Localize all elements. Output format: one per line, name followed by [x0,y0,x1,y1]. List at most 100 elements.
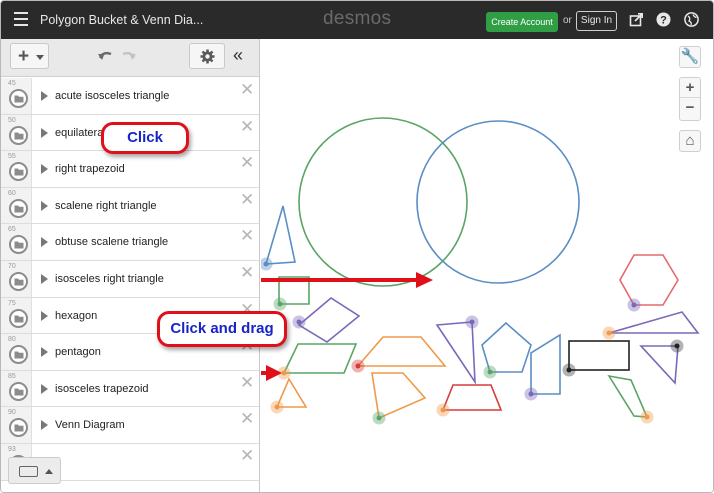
folder-label[interactable]: equilateral [55,127,106,139]
settings-button[interactable] [189,43,225,69]
folder-label[interactable]: right trapezoid [55,163,125,175]
expand-folder-icon[interactable] [41,127,48,138]
delete-icon[interactable]: ✕ [240,373,254,393]
expression-number: 55 [8,153,16,161]
zoom-out-icon[interactable]: − [680,97,700,117]
arrow-head [266,365,282,381]
expression-row[interactable]: 85 isosceles trapezoid ✕ [1,370,259,408]
graph-canvas[interactable] [261,39,714,493]
quadrilateral[interactable] [371,372,427,420]
expression-panel: + « 45 acute isosceles triangle ✕ 50 equ… [1,39,260,492]
expression-gutter: 70 [1,260,32,297]
help-icon[interactable]: ? [656,12,671,27]
graph-title[interactable]: Polygon Bucket & Venn Dia... [40,13,203,27]
folder-icon[interactable] [9,381,28,401]
globe-icon[interactable] [684,12,699,27]
folder-icon[interactable] [9,125,28,145]
folder-label[interactable]: scalene right triangle [55,200,157,212]
expression-number: 93 [8,445,16,453]
folder-icon[interactable] [9,345,28,365]
right-trapezoid[interactable] [530,333,561,395]
expression-gutter: 65 [1,224,32,260]
folder-icon[interactable] [9,271,28,291]
undo-icon[interactable] [97,49,115,63]
expression-row[interactable]: 65 obtuse scalene triangle ✕ [1,224,259,261]
hexagon[interactable] [619,254,679,306]
click-and-drag-callout: Click and drag [157,311,287,347]
folder-icon[interactable] [9,308,28,328]
expression-gutter: 60 [1,187,32,224]
trapezoid[interactable] [441,384,503,411]
folder-label[interactable]: hexagon [55,310,97,322]
expression-number: 45 [8,80,16,87]
expression-gutter: 55 [1,151,32,187]
delete-icon[interactable]: ✕ [240,190,254,210]
keyboard-toggle-button[interactable] [8,457,61,484]
expand-folder-icon[interactable] [41,310,48,321]
collapse-panel-icon[interactable]: « [233,45,243,66]
redo-icon[interactable] [119,49,137,63]
expression-row[interactable]: 60 scalene right triangle ✕ [1,187,259,225]
expression-row[interactable]: 45 acute isosceles triangle ✕ [1,78,259,115]
expression-row[interactable]: 55 right trapezoid ✕ [1,151,259,188]
venn-circle-right[interactable] [416,120,580,284]
chevron-down-icon [36,55,44,60]
delete-icon[interactable]: ✕ [240,80,254,100]
folder-label[interactable]: acute isosceles triangle [55,90,169,102]
expression-number: 65 [8,226,16,234]
pentagon[interactable] [481,321,532,373]
add-item-button[interactable]: + [10,43,49,69]
menu-icon[interactable] [14,12,28,26]
folder-icon[interactable] [9,198,28,218]
expression-number: 70 [8,262,16,270]
folder-label[interactable]: pentagon [55,346,101,358]
expand-folder-icon[interactable] [41,237,48,248]
delete-icon[interactable]: ✕ [240,446,254,466]
rectangle[interactable] [568,340,630,371]
folder-icon[interactable] [9,418,28,438]
expression-gutter: 85 [1,370,32,407]
delete-icon[interactable]: ✕ [240,226,254,246]
delete-icon[interactable]: ✕ [240,153,254,173]
wrench-icon[interactable]: 🔧 [679,46,701,68]
isosceles-right-triangle[interactable] [639,345,679,385]
expand-folder-icon[interactable] [41,200,48,211]
expression-gutter: 90 [1,407,32,443]
zoom-in-icon[interactable]: + [680,78,700,97]
expression-gutter: 75 [1,297,32,334]
expand-folder-icon[interactable] [41,420,48,431]
sign-in-button[interactable]: Sign In [576,11,617,31]
expression-row[interactable]: 90 Venn Diagram ✕ [1,407,259,444]
home-icon[interactable]: ⌂ [679,130,701,152]
desmos-logo: desmos [323,8,392,29]
expand-folder-icon[interactable] [41,347,48,358]
keyboard-icon [19,466,38,477]
expand-folder-icon[interactable] [41,91,48,101]
parallelogram[interactable] [282,343,358,374]
folder-label[interactable]: isosceles right triangle [55,273,164,285]
expression-row[interactable]: 70 isosceles right triangle ✕ [1,260,259,298]
expand-folder-icon[interactable] [41,164,48,175]
obtuse-scalene-triangle[interactable] [435,321,476,385]
expression-toolbar: + « [1,39,259,77]
folder-icon[interactable] [9,162,28,182]
folder-label[interactable]: obtuse scalene triangle [55,236,168,248]
isosceles-trapezoid[interactable] [356,336,447,367]
acute-isosceles-triangle[interactable] [264,205,296,265]
folder-icon[interactable] [9,235,28,255]
expand-folder-icon[interactable] [41,273,48,284]
expand-folder-icon[interactable] [41,383,48,394]
folder-label[interactable]: Venn Diagram [55,419,125,431]
delete-icon[interactable]: ✕ [240,263,254,283]
scalene-triangle[interactable] [608,311,700,334]
delete-icon[interactable]: ✕ [240,117,254,137]
share-icon[interactable] [629,12,644,27]
kite-quadrilateral[interactable] [607,374,649,418]
folder-icon[interactable] [9,89,28,108]
expression-gutter: 45 [1,78,32,114]
create-account-button[interactable]: Create Account [486,12,558,32]
folder-label[interactable]: isosceles trapezoid [55,383,149,395]
top-bar: Polygon Bucket & Venn Dia... desmos Crea… [1,1,713,39]
delete-icon[interactable]: ✕ [240,409,254,429]
desmos-window: Polygon Bucket & Venn Dia... desmos Crea… [0,0,714,493]
